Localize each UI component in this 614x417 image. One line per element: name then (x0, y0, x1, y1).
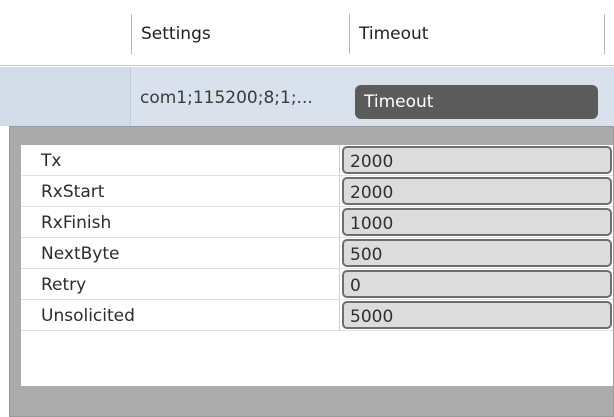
column-header-edge (604, 14, 614, 54)
property-row-tx: Tx 2000 (21, 145, 613, 176)
property-row-retry: Retry 0 (21, 269, 613, 300)
property-label: Retry (41, 275, 87, 295)
panel-footer (10, 386, 613, 416)
data-grid: Settings Timeout com1;115200;8;1;... Tim… (0, 0, 614, 417)
tx-value-field[interactable]: 2000 (342, 146, 612, 174)
nextbyte-value-field[interactable]: 500 (342, 239, 612, 267)
column-header-settings[interactable]: Settings (131, 14, 349, 54)
property-label: RxStart (41, 182, 105, 202)
property-divider (339, 238, 340, 269)
settings-cell[interactable]: com1;115200;8;1;... (140, 67, 350, 126)
property-row-unsolicited: Unsolicited 5000 (21, 300, 613, 331)
rxfinish-value-field[interactable]: 1000 (342, 208, 612, 236)
property-divider (339, 176, 340, 207)
property-label: Unsolicited (41, 306, 135, 326)
property-divider (339, 207, 340, 238)
timeout-button[interactable]: Timeout (355, 85, 598, 119)
property-divider (339, 269, 340, 300)
property-divider (339, 145, 340, 176)
column-header-timeout[interactable]: Timeout (349, 14, 604, 54)
retry-value-field[interactable]: 0 (342, 270, 612, 298)
property-grid: Tx 2000 RxStart 2000 RxFinish 1000 NextB… (21, 145, 613, 386)
column-header-bar: Settings Timeout (0, 0, 614, 66)
unsolicited-value-field[interactable]: 5000 (342, 301, 612, 329)
property-row-rxstart: RxStart 2000 (21, 176, 613, 207)
property-row-nextbyte: NextByte 500 (21, 238, 613, 269)
panel-header-strip (10, 127, 613, 145)
property-row-rxfinish: RxFinish 1000 (21, 207, 613, 238)
table-row[interactable]: com1;115200;8;1;... Timeout (0, 67, 614, 126)
property-divider (339, 300, 340, 331)
row-header[interactable] (0, 67, 131, 126)
rxstart-value-field[interactable]: 2000 (342, 177, 612, 205)
property-label: NextByte (41, 244, 120, 264)
timeout-details-panel: Tx 2000 RxStart 2000 RxFinish 1000 NextB… (9, 126, 614, 417)
property-label: RxFinish (41, 213, 112, 233)
property-label: Tx (41, 151, 62, 171)
